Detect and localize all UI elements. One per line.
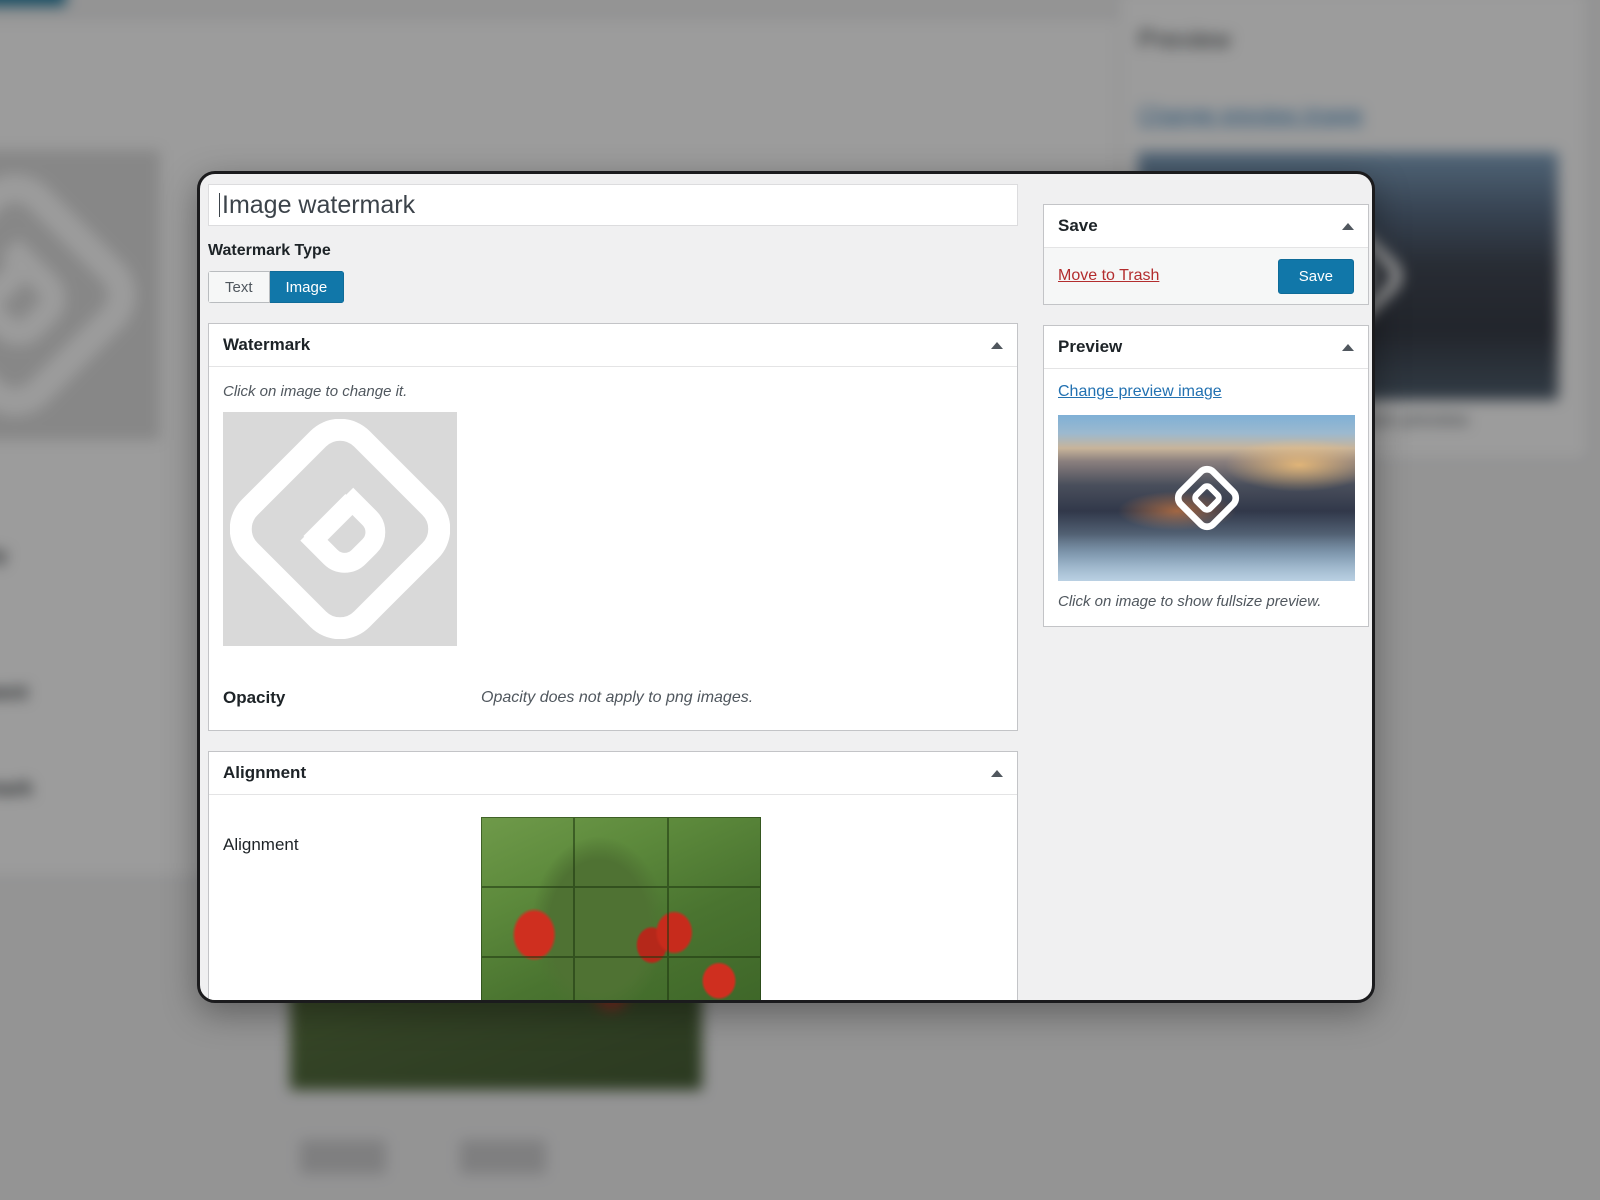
preview-image[interactable] — [1058, 415, 1355, 581]
save-actions-row: Move to Trash Save — [1044, 248, 1368, 304]
opacity-field-row: Opacity Opacity does not apply to png im… — [223, 688, 1003, 708]
preview-metabox-header[interactable]: Preview — [1044, 326, 1368, 369]
alignment-cell-top-center[interactable] — [574, 817, 668, 887]
watermark-type-text-button[interactable]: Text — [208, 271, 270, 303]
save-metabox-title: Save — [1058, 216, 1098, 235]
opacity-label: Opacity — [223, 688, 286, 707]
watermark-type-label: Watermark Type — [208, 242, 331, 259]
modal-sidebar-column: Save Move to Trash Save Preview Change p… — [1043, 184, 1369, 1000]
alignment-cell-middle-right[interactable] — [667, 887, 761, 957]
preview-metabox-body: Change preview image Click on image to s… — [1044, 369, 1368, 626]
alignment-cell-top-right[interactable] — [667, 817, 761, 887]
preview-watermark-logo-icon — [1174, 465, 1239, 531]
save-metabox-body: Move to Trash Save — [1044, 248, 1368, 304]
save-metabox-header[interactable]: Save — [1044, 205, 1368, 248]
preview-metabox-title: Preview — [1058, 337, 1123, 356]
watermark-edit-modal: Image watermark Watermark Type Text Imag… — [197, 171, 1375, 1003]
text-caret — [219, 193, 220, 217]
move-to-trash-link[interactable]: Move to Trash — [1058, 267, 1159, 285]
triangle-up-icon[interactable] — [991, 769, 1003, 777]
triangle-up-icon[interactable] — [1342, 222, 1354, 230]
alignment-metabox-body: Alignment — [209, 795, 1017, 1000]
watermark-metabox: Watermark Click on image to change it. O… — [208, 323, 1018, 731]
alignment-field-label: Alignment — [223, 835, 299, 854]
alignment-cell-bottom-left[interactable] — [481, 957, 575, 1000]
alignment-cell-bottom-center[interactable] — [574, 957, 668, 1000]
alignment-metabox-header[interactable]: Alignment — [209, 752, 1017, 795]
watermark-type-image-button[interactable]: Image — [269, 271, 345, 303]
alignment-metabox: Alignment Alignment — [208, 751, 1018, 1000]
watermark-type-toggle-group: Text Image — [208, 271, 345, 303]
alignment-cell-middle-center[interactable] — [574, 887, 668, 957]
triangle-up-icon[interactable] — [991, 341, 1003, 349]
alignment-cell-bottom-right[interactable] — [667, 957, 761, 1000]
preview-caption: Click on image to show fullsize preview. — [1058, 593, 1322, 610]
change-preview-image-link[interactable]: Change preview image — [1058, 383, 1222, 401]
modal-main-column: Image watermark Watermark Type Text Imag… — [208, 184, 1018, 1000]
watermark-title-input[interactable]: Image watermark — [208, 184, 1018, 226]
alignment-metabox-title: Alignment — [223, 763, 307, 782]
watermark-image-thumbnail[interactable] — [223, 412, 457, 646]
save-button[interactable]: Save — [1277, 258, 1354, 294]
watermark-title-value: Image watermark — [222, 190, 416, 219]
alignment-grid-picker[interactable] — [481, 817, 761, 1000]
preview-metabox: Preview Change preview image Click on im… — [1043, 325, 1369, 627]
alignment-cell-middle-left[interactable] — [481, 887, 575, 957]
triangle-up-icon[interactable] — [1342, 343, 1354, 351]
preview-sun-glow — [1224, 438, 1355, 493]
watermark-metabox-body: Click on image to change it. Opacity Opa… — [209, 367, 1017, 730]
watermark-metabox-title: Watermark — [223, 335, 311, 354]
watermark-logo-icon — [230, 419, 450, 639]
save-metabox: Save Move to Trash Save — [1043, 204, 1369, 305]
alignment-cell-top-left[interactable] — [481, 817, 575, 887]
watermark-metabox-header[interactable]: Watermark — [209, 324, 1017, 367]
opacity-note: Opacity does not apply to png images. — [481, 689, 754, 706]
watermark-change-hint: Click on image to change it. — [223, 383, 408, 400]
